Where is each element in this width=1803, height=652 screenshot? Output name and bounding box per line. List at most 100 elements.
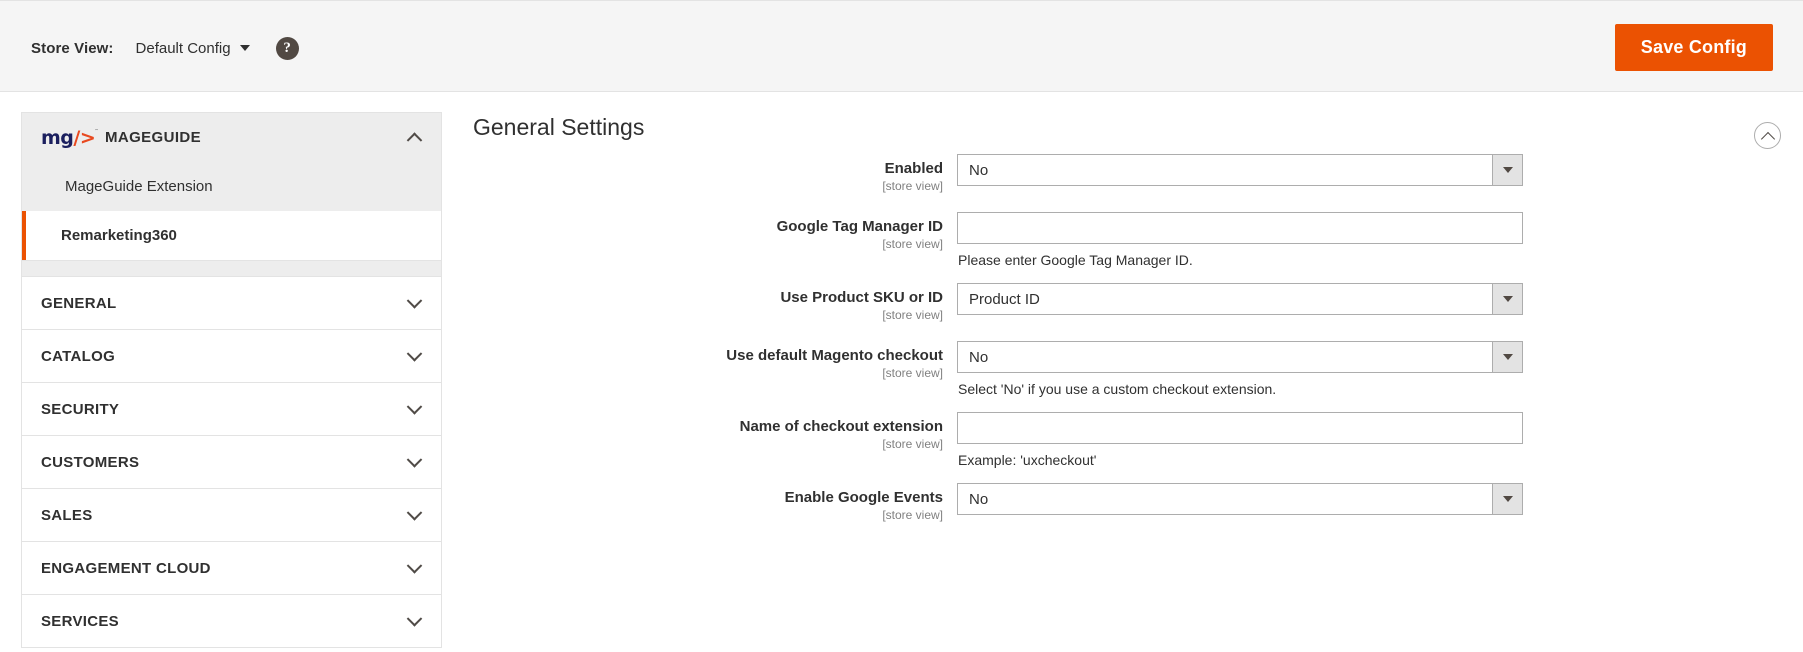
field-label-wrap: Use Product SKU or ID [store view] [470, 283, 957, 323]
field-scope: [store view] [470, 507, 943, 523]
sidebar-item-list: MageGuide Extension Remarketing360 [21, 162, 442, 261]
sidebar-group-label: CUSTOMERS [41, 454, 139, 471]
sidebar-divider [21, 261, 442, 277]
sidebar-item-label: MageGuide Extension [65, 178, 213, 195]
chevron-down-icon [407, 399, 423, 415]
logo-slash-icon: /> [73, 127, 95, 149]
sidebar-section-mageguide[interactable]: mg /> ˜ MAGEGUIDE [21, 112, 442, 162]
field-label-wrap: Google Tag Manager ID [store view] [470, 212, 957, 252]
page-actions-bar: Store View: Default Config ? Save Config [0, 0, 1803, 92]
field-note: Please enter Google Tag Manager ID. [957, 251, 1527, 269]
question-mark-icon[interactable]: ? [276, 37, 299, 60]
field-row-gtm-id: Google Tag Manager ID [store view] Pleas… [470, 212, 1803, 269]
settings-panel: General Settings Enabled [store view] No… [470, 92, 1803, 652]
field-control: No [957, 154, 1527, 186]
field-spacer [470, 475, 1803, 483]
chevron-down-icon[interactable] [1492, 484, 1522, 514]
field-label: Google Tag Manager ID [470, 218, 943, 236]
field-scope: [store view] [470, 307, 943, 323]
sidebar-item-label: Remarketing360 [61, 227, 177, 244]
chevron-down-icon [407, 452, 423, 468]
field-control: No Select 'No' if you use a custom check… [957, 341, 1527, 398]
save-config-button[interactable]: Save Config [1615, 24, 1773, 71]
mageguide-logo: mg /> ˜ [41, 127, 98, 149]
enabled-select-value: No [958, 162, 988, 179]
field-row-checkout-extension-name: Name of checkout extension [store view] … [470, 412, 1803, 469]
field-scope: [store view] [470, 178, 943, 194]
sidebar-group-engagement-cloud[interactable]: ENGAGEMENT CLOUD [21, 542, 442, 595]
field-label-wrap: Enable Google Events [store view] [470, 483, 957, 523]
store-switcher: Store View: Default Config ? [31, 35, 299, 61]
field-spacer [470, 200, 1803, 212]
field-control: No [957, 483, 1527, 515]
page-title: General Settings [473, 114, 644, 141]
sidebar-item-remarketing360[interactable]: Remarketing360 [22, 211, 441, 260]
product-sku-or-id-value: Product ID [958, 291, 1040, 308]
field-note: Example: 'uxcheckout' [957, 451, 1527, 469]
brand-name-label: MAGEGUIDE [105, 129, 201, 146]
field-label-wrap: Use default Magento checkout [store view… [470, 341, 957, 381]
field-row-default-magento-checkout: Use default Magento checkout [store view… [470, 341, 1803, 398]
field-row-enabled: Enabled [store view] No [470, 154, 1803, 194]
field-scope: [store view] [470, 365, 943, 381]
field-row-product-sku-or-id: Use Product SKU or ID [store view] Produ… [470, 283, 1803, 323]
checkout-extension-name-input[interactable] [957, 412, 1523, 444]
field-scope: [store view] [470, 436, 943, 452]
enable-google-events-select[interactable]: No [957, 483, 1523, 515]
field-label: Name of checkout extension [470, 418, 943, 436]
field-label-wrap: Enabled [store view] [470, 154, 957, 194]
chevron-down-icon [407, 558, 423, 574]
sidebar-item-mageguide-extension[interactable]: MageGuide Extension [22, 162, 441, 211]
chevron-down-icon [240, 45, 250, 51]
sidebar-group-label: GENERAL [41, 295, 116, 312]
chevron-down-icon[interactable] [1492, 284, 1522, 314]
logo-mg-text: mg [41, 127, 73, 149]
field-control: Product ID [957, 283, 1527, 315]
field-control: Example: 'uxcheckout' [957, 412, 1527, 469]
chevron-down-icon [407, 346, 423, 362]
config-navigation: mg /> ˜ MAGEGUIDE MageGuide Extension Re… [21, 112, 442, 648]
field-label-wrap: Name of checkout extension [store view] [470, 412, 957, 452]
sidebar-group-label: SECURITY [41, 401, 119, 418]
default-magento-checkout-value: No [958, 349, 988, 366]
field-note: Select 'No' if you use a custom checkout… [957, 380, 1527, 398]
chevron-down-icon [407, 505, 423, 521]
field-spacer [470, 329, 1803, 341]
store-view-label: Store View: [31, 40, 114, 57]
field-spacer [470, 404, 1803, 412]
logo-trademark-icon: ˜ [95, 128, 98, 137]
sidebar-group-label: SALES [41, 507, 93, 524]
sidebar-group-customers[interactable]: CUSTOMERS [21, 436, 442, 489]
sidebar-group-general[interactable]: GENERAL [21, 277, 442, 330]
sidebar-group-label: SERVICES [41, 613, 119, 630]
chevron-down-icon[interactable] [1492, 155, 1522, 185]
field-scope: [store view] [470, 236, 943, 252]
field-control: Please enter Google Tag Manager ID. [957, 212, 1527, 269]
default-magento-checkout-select[interactable]: No [957, 341, 1523, 373]
page-columns: mg /> ˜ MAGEGUIDE MageGuide Extension Re… [0, 92, 1803, 652]
field-spacer [470, 275, 1803, 283]
field-row-enable-google-events: Enable Google Events [store view] No [470, 483, 1803, 523]
field-label: Use default Magento checkout [470, 347, 943, 365]
google-tag-manager-id-input[interactable] [957, 212, 1523, 244]
sidebar-group-security[interactable]: SECURITY [21, 383, 442, 436]
field-label: Enable Google Events [470, 489, 943, 507]
chevron-down-icon[interactable] [1492, 342, 1522, 372]
store-view-value: Default Config [136, 40, 231, 57]
field-label: Use Product SKU or ID [470, 289, 943, 307]
sidebar-group-catalog[interactable]: CATALOG [21, 330, 442, 383]
fieldset-header: General Settings [470, 92, 1803, 154]
collapse-section-icon[interactable] [1754, 122, 1781, 149]
field-label: Enabled [470, 160, 943, 178]
sidebar-group-label: ENGAGEMENT CLOUD [41, 560, 211, 577]
sidebar-group-sales[interactable]: SALES [21, 489, 442, 542]
enable-google-events-value: No [958, 491, 988, 508]
chevron-up-icon [407, 132, 423, 148]
sidebar-group-services[interactable]: SERVICES [21, 595, 442, 648]
enabled-select[interactable]: No [957, 154, 1523, 186]
chevron-down-icon [407, 293, 423, 309]
sidebar-group-label: CATALOG [41, 348, 115, 365]
store-view-dropdown[interactable]: Default Config [136, 40, 250, 57]
chevron-down-icon [407, 611, 423, 627]
product-sku-or-id-select[interactable]: Product ID [957, 283, 1523, 315]
